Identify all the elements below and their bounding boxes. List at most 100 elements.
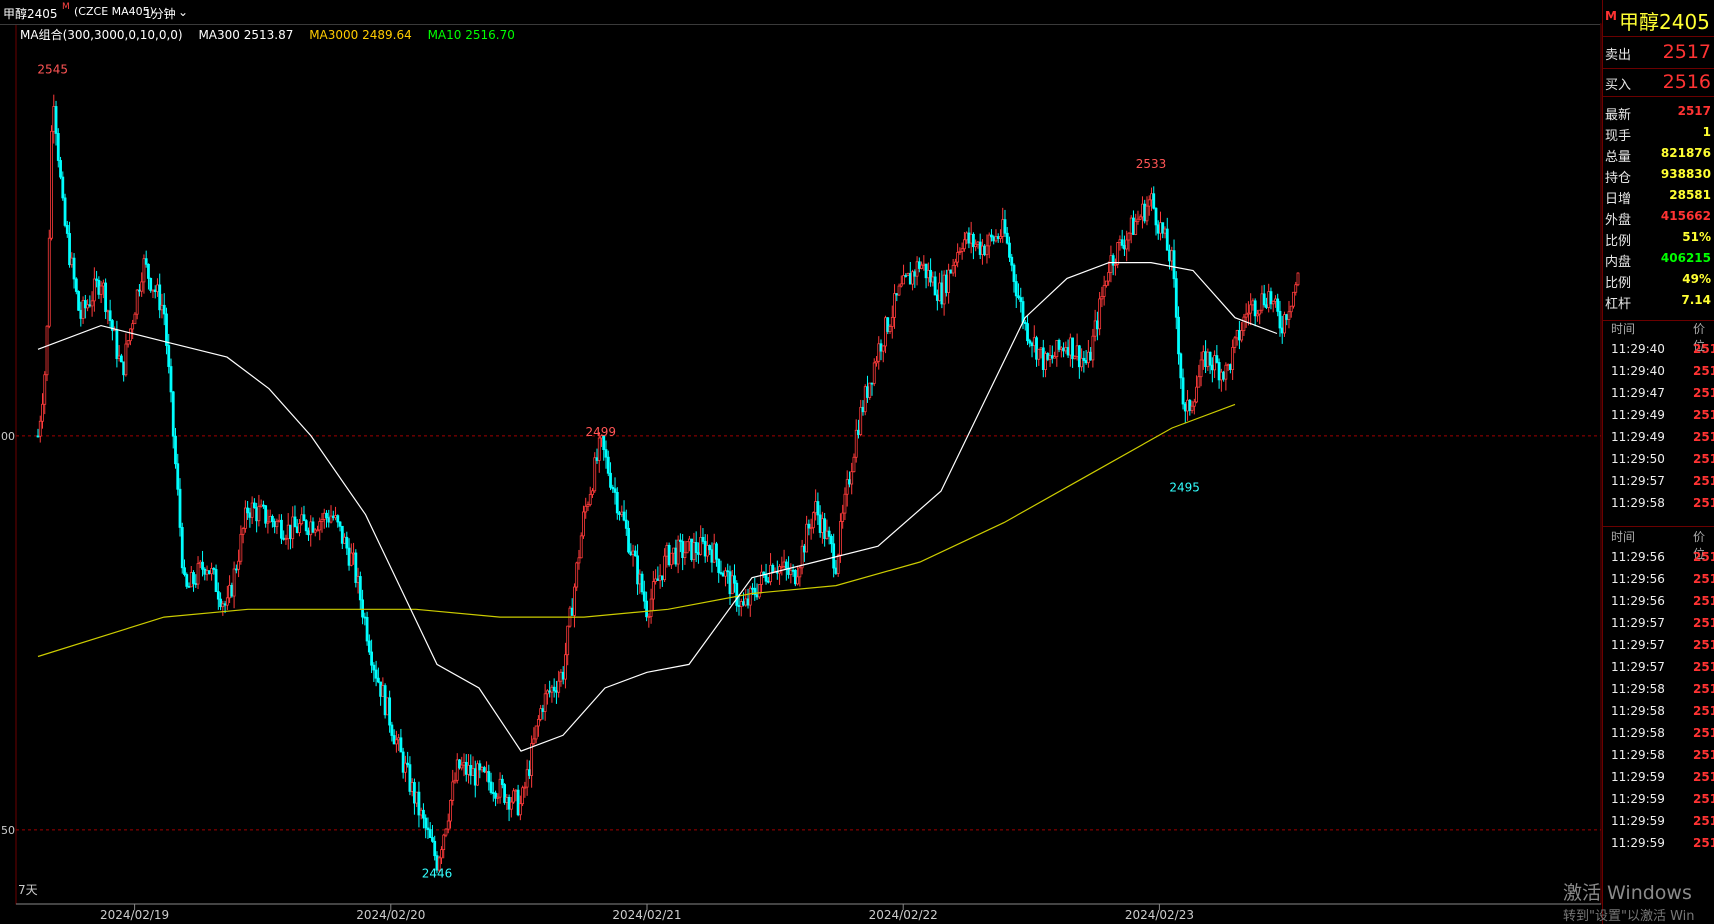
period-selector[interactable]: 1分钟 — [144, 5, 176, 22]
candle — [54, 106, 58, 134]
candle — [124, 343, 128, 376]
candle — [791, 569, 795, 572]
candle — [573, 586, 576, 616]
tick-price: 2517 — [1693, 726, 1714, 740]
candle — [748, 587, 752, 606]
candle — [1123, 244, 1126, 250]
candle — [561, 671, 565, 680]
candle — [212, 568, 216, 570]
candle — [185, 574, 189, 587]
candle — [153, 289, 157, 293]
quote-row-label: 总量 — [1605, 150, 1632, 165]
candle — [122, 361, 126, 376]
candle — [944, 274, 948, 293]
tick-time: 11:29:56 — [1611, 594, 1665, 608]
candle — [699, 536, 703, 555]
candle — [241, 528, 245, 535]
candle — [712, 543, 716, 563]
extreme-label-high: 2533 — [1136, 157, 1167, 171]
buy-price[interactable]: 2516 — [1663, 71, 1711, 93]
candle — [1271, 300, 1275, 305]
candle — [349, 552, 353, 566]
candle — [929, 270, 932, 283]
candle — [108, 310, 112, 321]
candle — [1035, 337, 1038, 360]
candle — [1235, 330, 1239, 339]
quote-row-label: 持仓 — [1605, 171, 1632, 186]
candle — [1095, 320, 1099, 330]
candle — [77, 291, 80, 311]
candle — [958, 251, 962, 253]
candle — [503, 784, 506, 803]
candle — [859, 406, 863, 435]
tick-header-time: 时间 — [1611, 530, 1636, 544]
tick-price: 2516 — [1693, 550, 1714, 564]
candle — [433, 840, 437, 857]
tick-time: 11:29:59 — [1611, 770, 1665, 784]
candle — [458, 759, 461, 769]
candle — [843, 493, 847, 514]
candle — [904, 275, 908, 277]
candle — [406, 762, 410, 766]
extreme-label-low: 2446 — [422, 866, 453, 880]
candle — [63, 197, 67, 226]
candle — [1046, 353, 1050, 360]
candle — [1228, 364, 1232, 371]
candle — [915, 261, 919, 277]
quote-row-value: 406215 — [1660, 251, 1711, 265]
candle — [845, 479, 849, 495]
candle — [171, 391, 175, 437]
sell-price[interactable]: 2517 — [1663, 41, 1711, 63]
candle — [701, 536, 705, 542]
candle — [863, 386, 867, 413]
candle — [232, 568, 236, 597]
candle — [1260, 293, 1264, 311]
candle — [953, 261, 957, 266]
ma-legend: MA组合(300,3000,0,10,0,0) MA300 2513.87 MA… — [20, 26, 527, 43]
candle — [446, 820, 450, 830]
candle — [1080, 357, 1084, 368]
candle — [852, 456, 856, 473]
ma-combo-label[interactable]: MA组合(300,3000,0,10,0,0) — [20, 28, 183, 42]
candle — [784, 561, 788, 569]
candle — [187, 585, 191, 588]
quote-row-label: 比例 — [1605, 276, 1632, 291]
candle — [764, 574, 768, 582]
candle — [920, 264, 923, 269]
candle — [884, 317, 887, 347]
candle — [291, 516, 295, 540]
candle — [888, 326, 892, 332]
candle — [660, 575, 664, 581]
candle — [74, 278, 78, 292]
candle — [385, 697, 389, 716]
candle — [338, 521, 342, 527]
candle — [129, 328, 132, 342]
quote-row-value: 7.14 — [1681, 293, 1711, 307]
quote-title: 甲醇2405 — [1619, 10, 1710, 34]
candle — [165, 313, 168, 346]
extreme-label-high: 2545 — [37, 62, 68, 76]
price-chart[interactable]: 00 50 2024/02/19 2024/02/20 2024/02/21 2024/0… — [0, 0, 1602, 924]
candle — [622, 511, 626, 521]
candle — [489, 781, 493, 793]
tick-time: 11:29:59 — [1611, 836, 1665, 850]
candle — [1195, 386, 1198, 403]
tick-time: 11:29:59 — [1611, 814, 1665, 828]
chevron-down-icon[interactable]: ⌄ — [178, 5, 188, 19]
candle — [210, 568, 213, 575]
candle — [618, 512, 621, 515]
candle — [243, 507, 247, 529]
candle — [1233, 337, 1237, 348]
candle — [1285, 314, 1289, 320]
symbol-name[interactable]: 甲醇2405 — [3, 5, 58, 22]
candle — [275, 520, 279, 528]
candle — [631, 550, 635, 556]
candle — [1215, 355, 1219, 363]
candle — [706, 545, 709, 557]
candle — [1132, 217, 1135, 235]
candle — [198, 561, 202, 565]
candle — [963, 239, 966, 250]
candle — [354, 552, 358, 583]
candle — [133, 313, 137, 325]
candle — [219, 598, 222, 608]
